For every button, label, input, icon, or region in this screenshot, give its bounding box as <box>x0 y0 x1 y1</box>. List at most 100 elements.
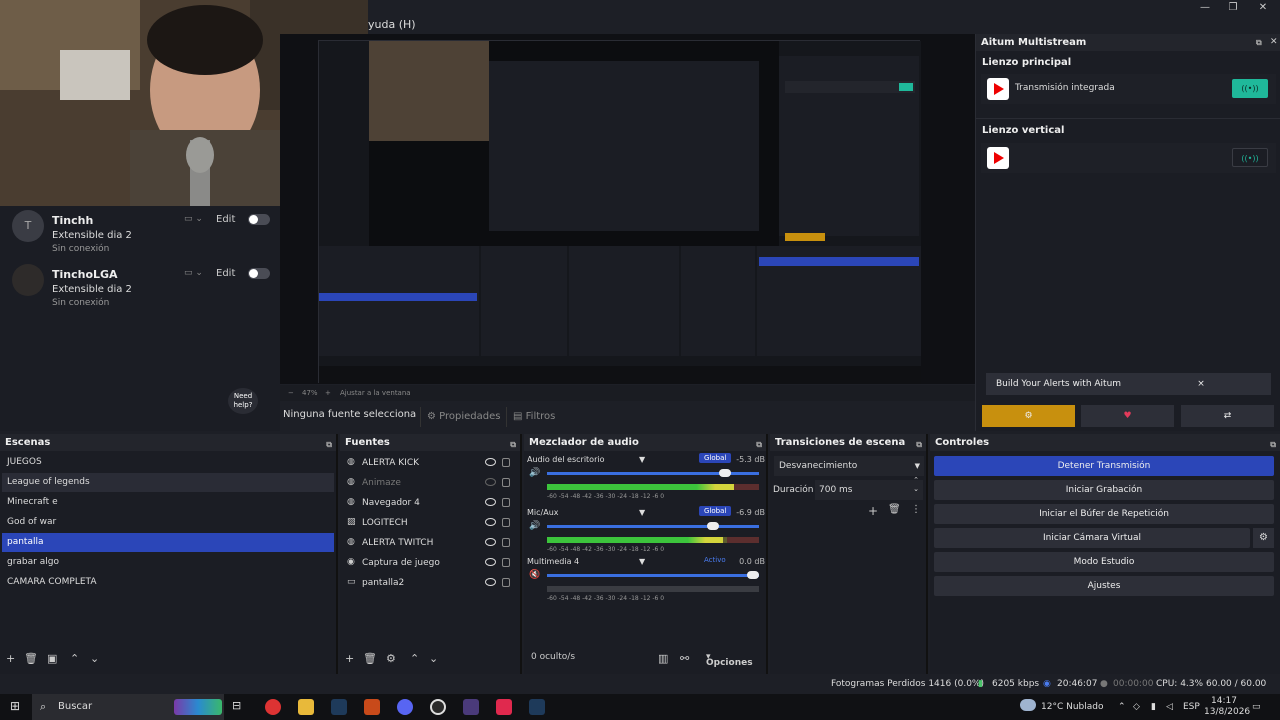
move-up-icon[interactable]: ⌃ <box>70 652 79 665</box>
eye-icon[interactable] <box>485 498 496 506</box>
volume-slider[interactable] <box>547 522 759 530</box>
app-icon[interactable] <box>364 699 380 715</box>
source-item[interactable]: ◍ ALERTA TWITCH <box>344 533 520 553</box>
scene-item[interactable]: grabar algo <box>2 553 334 572</box>
stepper-icon[interactable]: ⌃ ⌄ <box>913 476 919 494</box>
source-item[interactable]: ▨ LOGITECH <box>344 513 520 533</box>
filters-button[interactable]: ▤ Filtros <box>506 407 561 427</box>
speaker-muted-icon[interactable]: 🔇 <box>529 570 540 580</box>
clock[interactable]: 14:17 13/8/2026 <box>1204 696 1250 718</box>
volume-slider[interactable] <box>547 469 759 477</box>
network-icon[interactable]: ◇ <box>1133 694 1140 720</box>
source-item[interactable]: ◍ ALERTA KICK <box>344 453 520 473</box>
volume-slider[interactable] <box>547 571 759 579</box>
virtual-camera-button[interactable]: Iniciar Cámara Virtual <box>934 528 1250 548</box>
help-button[interactable]: Need help? <box>228 388 258 414</box>
menu-help[interactable]: yuda (H) <box>368 18 416 31</box>
close-icon[interactable]: ✕ <box>1270 34 1278 51</box>
eye-hidden-icon[interactable] <box>485 478 496 486</box>
source-item[interactable]: ◉ Captura de juego <box>344 553 520 573</box>
lock-icon[interactable] <box>502 538 510 547</box>
minimize-icon[interactable]: — <box>1190 0 1220 16</box>
toggle-switch[interactable] <box>248 214 270 225</box>
task-view-icon[interactable]: ⊟ <box>232 699 248 715</box>
scene-item[interactable]: God of war <box>2 513 334 532</box>
close-alerts-button[interactable]: × <box>1131 373 1271 395</box>
settings-button[interactable]: Ajustes <box>934 576 1274 596</box>
undock-icon[interactable]: ⧉ <box>1270 436 1276 453</box>
scene-item[interactable]: Minecraft e <box>2 493 334 512</box>
source-item[interactable]: ▭ pantalla2 <box>344 573 520 593</box>
gear-icon[interactable]: ⚙ <box>1253 528 1274 548</box>
scene-item[interactable]: JUEGOS <box>2 453 334 472</box>
more-icon[interactable]: ⋮ <box>911 504 921 515</box>
add-icon[interactable]: + <box>868 504 878 518</box>
replay-buffer-button[interactable]: Iniciar el Búfer de Repetición <box>934 504 1274 524</box>
chat-icon[interactable]: ▭ ⌄ <box>184 268 212 280</box>
properties-button[interactable]: ⚙ Propiedades <box>420 407 506 427</box>
settings-gear-button[interactable]: ⚙ <box>982 405 1075 427</box>
gear-icon[interactable]: ⚙ <box>386 652 396 665</box>
volume-knob[interactable] <box>719 469 731 477</box>
lock-icon[interactable] <box>502 478 510 487</box>
layout-icon[interactable]: ▥ <box>658 652 668 665</box>
restore-icon[interactable]: ❐ <box>1218 0 1248 16</box>
build-alerts-button[interactable]: Build Your Alerts with Aitum <box>986 373 1131 395</box>
speaker-icon[interactable]: 🔊 <box>529 468 540 478</box>
chevron-up-icon[interactable]: ⌃ <box>1118 694 1126 720</box>
chat-icon[interactable]: ▭ ⌄ <box>184 214 212 226</box>
fit-dropdown[interactable]: Ajustar a la ventana <box>340 385 411 401</box>
scene-item[interactable]: League of legends <box>2 473 334 492</box>
swap-icon[interactable]: ⇄ <box>1181 405 1274 427</box>
stop-stream-button[interactable]: Detener Transmisión <box>934 456 1274 476</box>
lock-icon[interactable] <box>502 458 510 467</box>
steam-icon[interactable] <box>331 699 347 715</box>
add-icon[interactable]: + <box>6 652 15 665</box>
app-icon[interactable] <box>496 699 512 715</box>
edit-button[interactable]: Edit <box>216 214 235 225</box>
chevron-down-icon[interactable]: ▼ <box>639 508 645 517</box>
eye-icon[interactable] <box>485 558 496 566</box>
discord-icon[interactable] <box>397 699 413 715</box>
source-item[interactable]: ◍ Navegador 4 <box>344 493 520 513</box>
volume-knob[interactable] <box>747 571 759 579</box>
app-icon[interactable] <box>463 699 479 715</box>
undock-icon[interactable]: ⧉ <box>326 436 332 453</box>
undock-icon[interactable]: ⧉ <box>1256 34 1262 51</box>
file-explorer-icon[interactable] <box>298 699 314 715</box>
undock-icon[interactable]: ⧉ <box>756 436 762 453</box>
chevron-down-icon[interactable]: ▼ <box>639 557 645 566</box>
studio-mode-button[interactable]: Modo Estudio <box>934 552 1274 572</box>
lock-icon[interactable] <box>502 578 510 587</box>
eye-icon[interactable] <box>485 458 496 466</box>
speaker-icon[interactable]: 🔊 <box>529 521 540 531</box>
move-down-icon[interactable]: ⌄ <box>90 652 99 665</box>
options-button[interactable]: Opciones ▾ <box>706 652 753 668</box>
add-icon[interactable]: + <box>345 652 354 665</box>
close-icon[interactable]: ✕ <box>1248 0 1278 16</box>
scene-item[interactable]: CAMARA COMPLETA <box>2 573 334 592</box>
start-recording-button[interactable]: Iniciar Grabación <box>934 480 1274 500</box>
toggle-switch[interactable] <box>248 268 270 279</box>
trash-icon[interactable]: 🗑 <box>24 652 38 665</box>
eye-icon[interactable] <box>485 578 496 586</box>
broadcast-icon[interactable]: ((•)) <box>1232 148 1268 167</box>
move-down-icon[interactable]: ⌄ <box>429 652 438 665</box>
notification-icon[interactable]: ▭ <box>1252 694 1261 720</box>
heart-icon[interactable]: ♥ <box>1081 405 1174 427</box>
scene-item-selected[interactable]: pantalla <box>2 533 334 552</box>
transition-select[interactable]: Desvanecimiento ▼ <box>774 456 924 476</box>
trash-icon[interactable]: 🗑 <box>363 652 377 665</box>
lock-icon[interactable] <box>502 558 510 567</box>
broadcast-icon[interactable]: ((•)) <box>1232 79 1268 98</box>
volume-knob[interactable] <box>707 522 719 530</box>
chrome-icon[interactable] <box>265 699 281 715</box>
microphone-icon[interactable]: ▮ <box>1151 694 1156 720</box>
obs-icon[interactable] <box>430 699 446 715</box>
move-up-icon[interactable]: ⌃ <box>410 652 419 665</box>
source-item[interactable]: ◍ Animaze <box>344 473 520 493</box>
lock-icon[interactable] <box>502 498 510 507</box>
edit-button[interactable]: Edit <box>216 268 235 279</box>
windows-start-icon[interactable]: ⊞ <box>10 699 20 713</box>
filter-icon[interactable]: ▣ <box>47 652 57 665</box>
